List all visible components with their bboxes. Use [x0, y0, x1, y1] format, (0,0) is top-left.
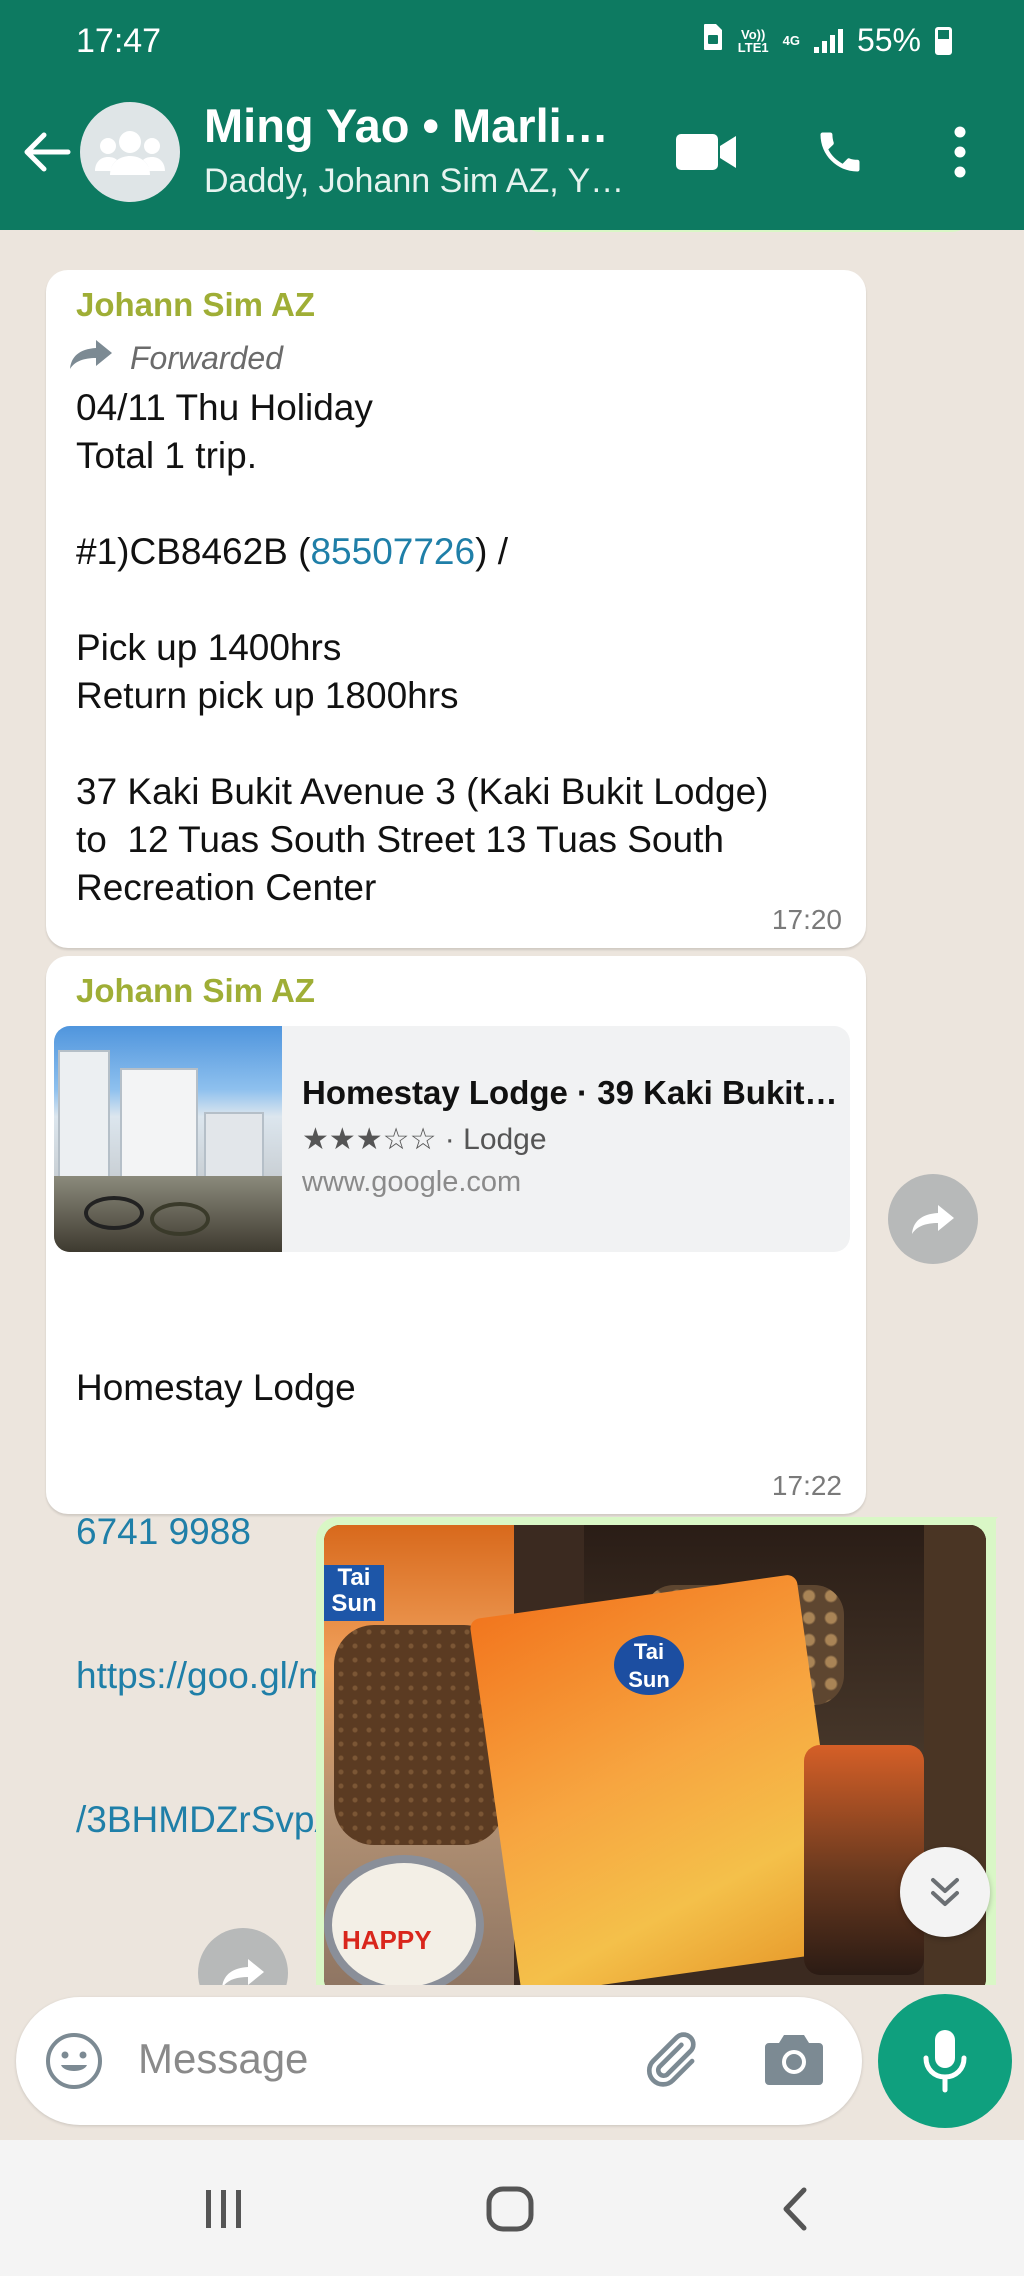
preview-url: www.google.com: [302, 1166, 522, 1198]
forwarded-arrow-icon: [68, 338, 114, 378]
message-time: 17:20: [771, 904, 842, 935]
message-bubble[interactable]: Johann Sim AZ Homestay Lodge · 39 Kaki B…: [46, 956, 866, 1840]
battery-text: 55%: [856, 22, 921, 58]
recent-apps-icon[interactable]: [204, 2188, 244, 2235]
message-text[interactable]: 04/11 Thu Holiday Total 1 trip. #1)CB846…: [76, 384, 856, 912]
voice-message-button[interactable]: [878, 1994, 1012, 2128]
forwarded-text: Forwarded: [130, 339, 283, 376]
message-sender[interactable]: Johann Sim AZ: [76, 286, 315, 324]
signal-icon: [813, 28, 843, 53]
preview-rating: ★★★☆☆ · Lodge: [302, 1123, 547, 1156]
forward-message-button[interactable]: [888, 1174, 978, 1264]
camera-icon[interactable]: [764, 2031, 824, 2092]
message-text-line: Homestay Lodge: [76, 1367, 356, 1408]
back-arrow-icon[interactable]: [18, 124, 74, 180]
preview-title: Homestay Lodge · 39 Kaki Bukit…: [302, 1074, 838, 1111]
emoji-icon[interactable]: [44, 2031, 104, 2096]
microphone-icon: [923, 2030, 967, 2093]
double-chevron-down-icon: [931, 1878, 959, 1906]
video-call-icon[interactable]: [676, 132, 736, 177]
status-time: 17:47: [76, 22, 162, 60]
group-icon: [95, 131, 165, 175]
attach-icon[interactable]: [636, 2027, 702, 2098]
forwarded-label: Forwarded: [68, 338, 283, 378]
chat-header: Ming Yao • Marli… Daddy, Johann Sim AZ, …: [0, 90, 1024, 230]
message-time: 17:22: [771, 1470, 842, 1501]
system-nav-bar: [0, 2140, 1024, 2276]
preview-thumbnail: [54, 1026, 282, 1252]
status-bar: 17:47 Vo)) LTE1 4G 55%: [0, 0, 1024, 90]
tin-label: HAPPY: [342, 1925, 432, 1955]
voice-call-icon[interactable]: [814, 126, 866, 183]
nav-back-icon[interactable]: [780, 2186, 810, 2237]
phone-link[interactable]: 85507726: [310, 531, 475, 572]
link-preview[interactable]: Homestay Lodge · 39 Kaki Bukit… ★★★☆☆ · …: [54, 1026, 850, 1252]
chat-area[interactable]: Johann Sim AZ Forwarded 04/11 Thu Holida…: [0, 230, 1024, 1985]
chat-title[interactable]: Ming Yao • Marli…: [204, 98, 609, 153]
volte-indicator: Vo)) LTE1: [737, 26, 769, 55]
photo-message[interactable]: Tai Sun Tai Sun HAPPY: [316, 1517, 996, 1985]
status-icons: Vo)) LTE1 4G 55%: [702, 22, 952, 59]
previous-message-edge: [520, 230, 972, 232]
chat-subtitle[interactable]: Daddy, Johann Sim AZ, Y…: [204, 162, 624, 201]
message-sender[interactable]: Johann Sim AZ: [76, 972, 315, 1010]
message-bubble[interactable]: Johann Sim AZ Forwarded 04/11 Thu Holida…: [46, 270, 866, 948]
forward-icon: [222, 1959, 264, 1985]
message-text-part: ) / Pick up 1400hrs Return pick up 1800h…: [76, 531, 769, 908]
battery-icon: [935, 26, 952, 55]
brand-label: Tai Sun: [324, 1565, 384, 1621]
scroll-to-bottom-button[interactable]: [900, 1847, 990, 1937]
sim-icon: [702, 22, 724, 59]
message-composer[interactable]: Message: [16, 1997, 862, 2125]
home-icon[interactable]: [486, 2186, 534, 2237]
network-gen: 4G: [782, 33, 800, 48]
more-options-icon[interactable]: [952, 126, 968, 183]
forward-icon: [912, 1205, 954, 1234]
brand-label: Tai Sun: [614, 1635, 684, 1695]
photo-image[interactable]: Tai Sun Tai Sun HAPPY: [324, 1525, 986, 1985]
message-input[interactable]: Message: [138, 2035, 308, 2083]
group-avatar[interactable]: [80, 102, 180, 202]
